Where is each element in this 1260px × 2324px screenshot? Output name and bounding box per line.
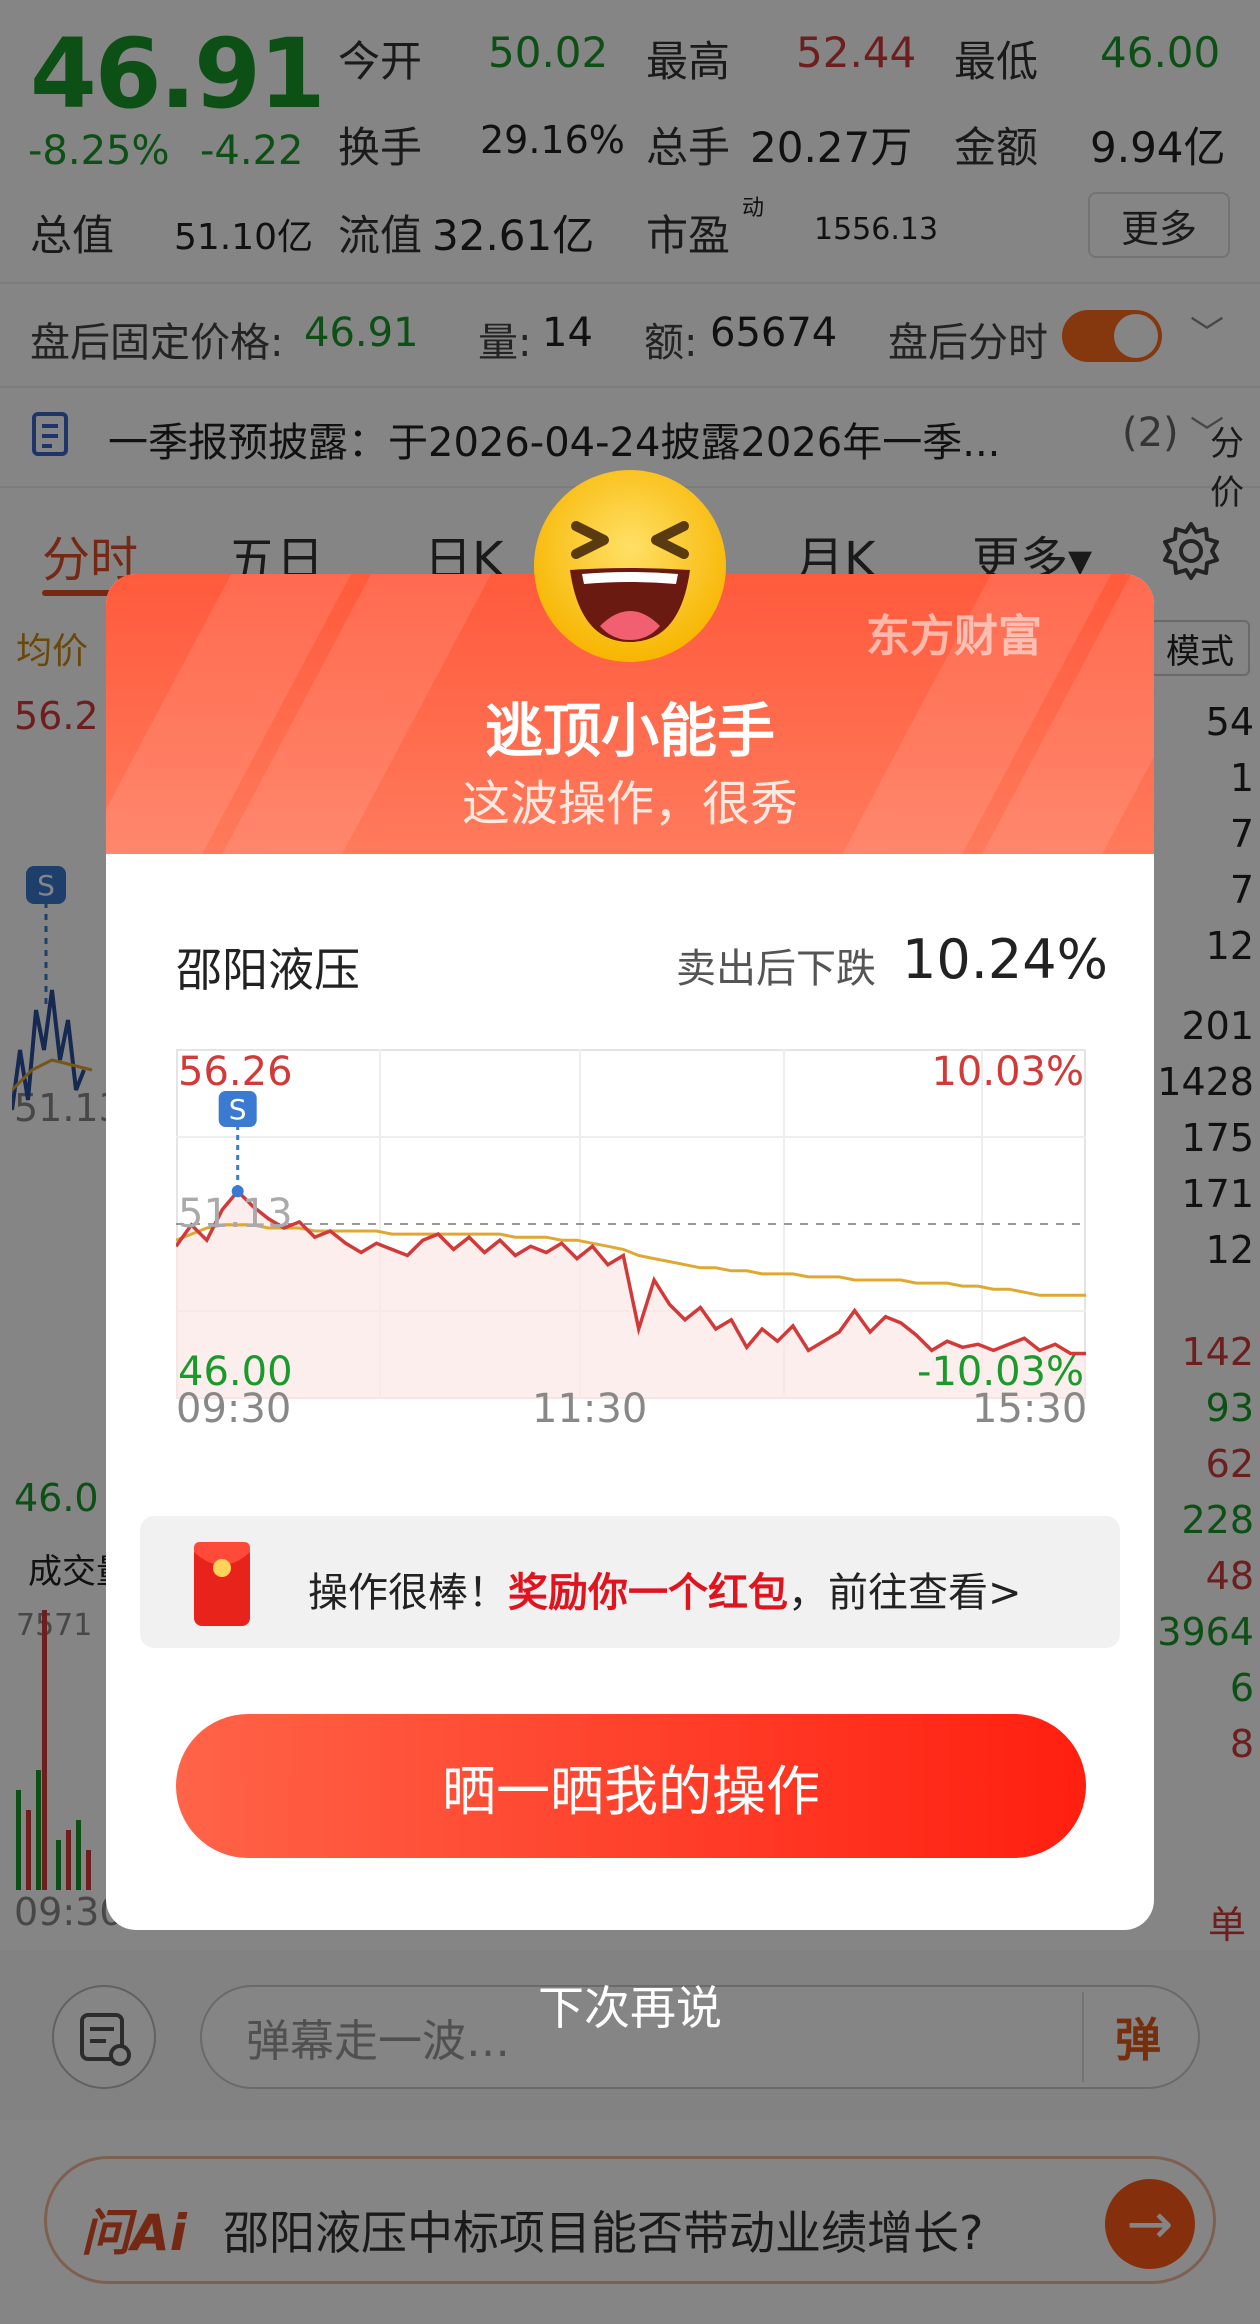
achievement-modal: 东方财富 逃顶小能手 这波操作，很秀 邵阳液压 卖出后下跌 10.24% S 5…	[106, 574, 1154, 1930]
fall-after-sell-label: 卖出后下跌	[676, 946, 876, 992]
mini-y-mid: 51.13	[178, 1191, 293, 1237]
red-packet-suffix: ，前往查看>	[788, 1570, 1022, 1616]
share-operation-button[interactable]: 晒一晒我的操作	[176, 1714, 1086, 1858]
brand-logo: 东方财富	[866, 611, 1042, 662]
sell-marker: S	[229, 1093, 247, 1126]
mini-x-mid: 11:30	[532, 1386, 648, 1432]
mini-pct-max: 10.03%	[931, 1049, 1084, 1095]
mini-y-max: 56.26	[178, 1049, 293, 1095]
mini-timeshare-chart: S 56.26 10.03% 51.13 46.00 -10.03%	[176, 1049, 1086, 1399]
red-envelope-icon	[194, 1542, 250, 1626]
laughing-emoji-icon	[534, 470, 726, 662]
modal-subtitle: 这波操作，很秀	[461, 776, 798, 832]
stock-name: 邵阳液压	[176, 943, 360, 997]
fall-after-sell-value: 10.24%	[902, 928, 1108, 991]
red-packet-row[interactable]: 操作很棒！奖励你一个红包，前往查看>	[140, 1516, 1120, 1648]
red-packet-highlight: 奖励你一个红包	[508, 1570, 788, 1616]
red-packet-prefix: 操作很棒！	[308, 1570, 508, 1616]
mini-x-end: 15:30	[972, 1386, 1088, 1432]
dismiss-later-link[interactable]: 下次再说	[0, 1972, 1260, 2038]
mini-x-start: 09:30	[176, 1386, 292, 1432]
modal-title: 逃顶小能手	[484, 697, 775, 765]
